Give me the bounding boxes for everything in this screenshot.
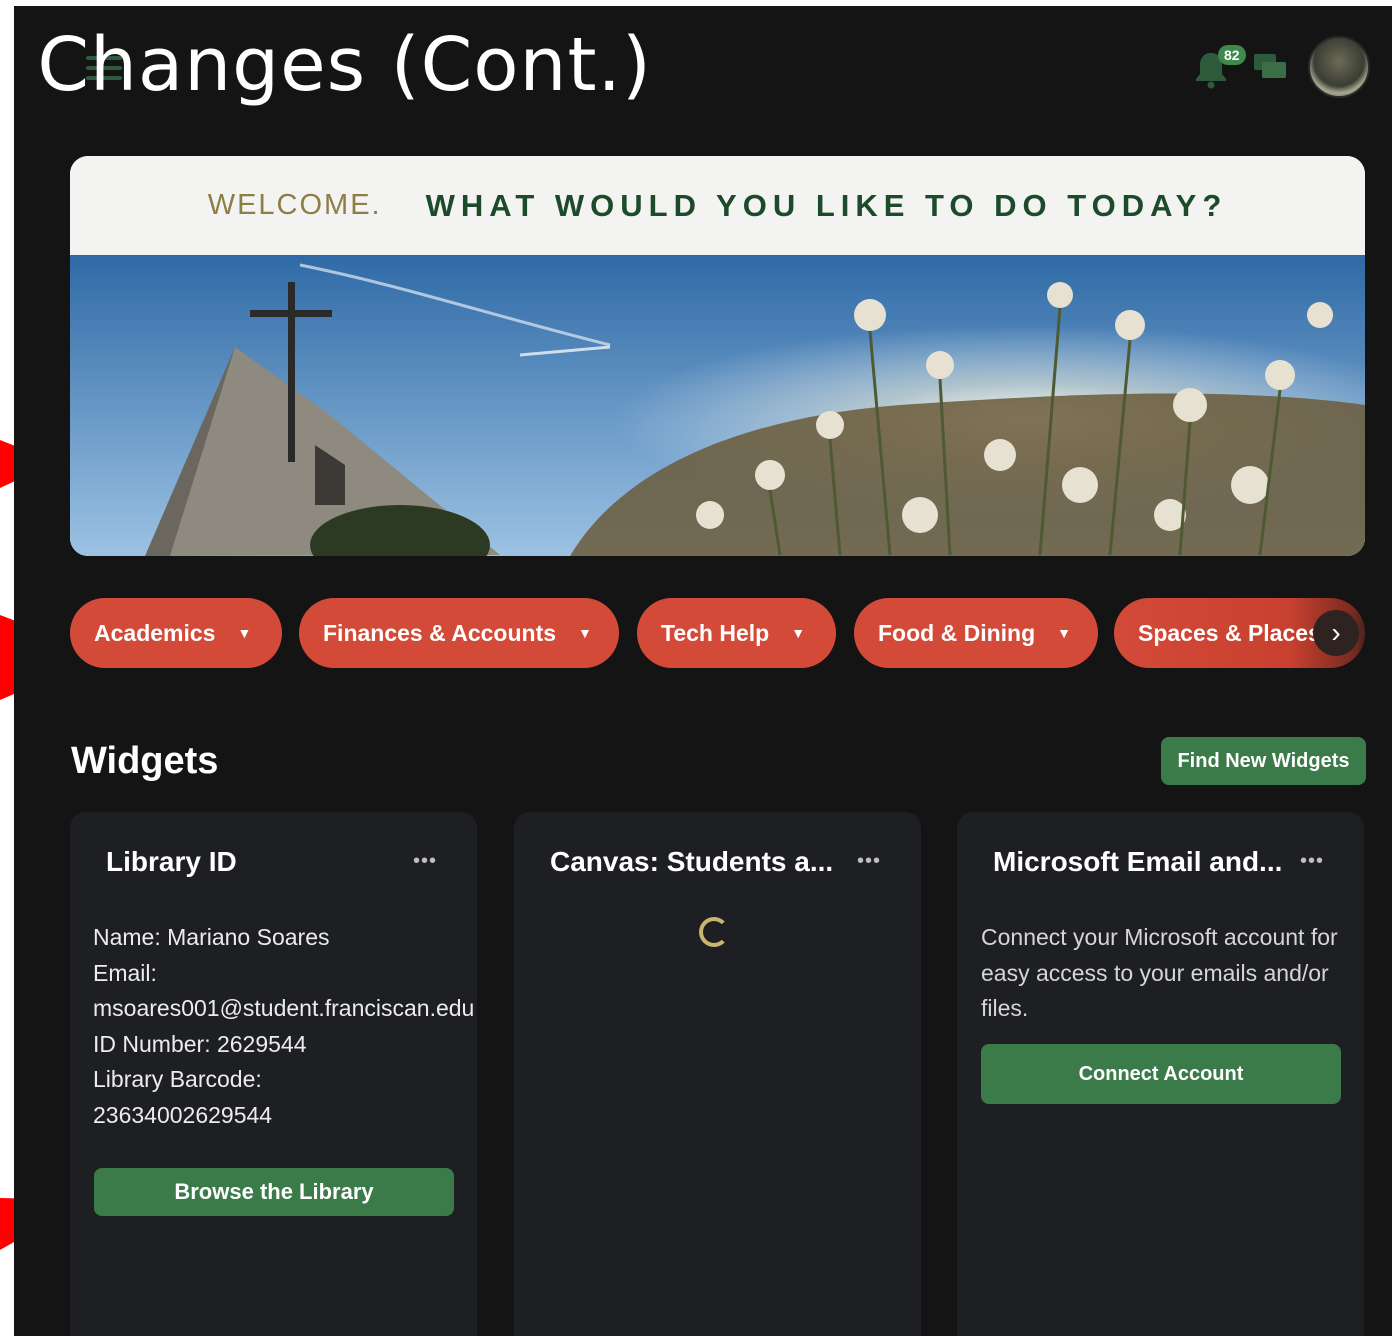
avatar[interactable]	[1308, 36, 1370, 98]
microsoft-email-widget: Microsoft Email and... ••• Connect your …	[957, 812, 1364, 1336]
caret-down-icon: ▼	[791, 625, 806, 641]
welcome-banner: WELCOME. WHAT WOULD YOU LIKE TO DO TODAY…	[70, 156, 1365, 556]
caret-down-icon: ▼	[237, 625, 252, 641]
banner-welcome-text: WELCOME.	[207, 189, 382, 221]
campus-photo	[70, 255, 1365, 556]
caret-down-icon: ▼	[578, 625, 592, 641]
more-options-icon[interactable]: •••	[413, 850, 437, 873]
more-options-icon[interactable]: •••	[857, 850, 881, 873]
chip-food-dining[interactable]: Food & Dining ▼	[854, 598, 1098, 668]
chip-finances[interactable]: Finances & Accounts ▼	[299, 598, 619, 668]
notifications-button[interactable]: 82	[1194, 45, 1246, 89]
widget-title: Library ID	[106, 846, 237, 877]
widgets-heading: Widgets	[71, 740, 219, 782]
chat-icon[interactable]	[1254, 52, 1288, 82]
chip-label: Finances & Accounts	[323, 619, 557, 646]
widget-description: Connect your Microsoft account for easy …	[981, 924, 1338, 1021]
banner-prompt-text: WHAT WOULD YOU LIKE TO DO TODAY?	[425, 187, 1228, 223]
loading-spinner-icon	[699, 917, 729, 947]
header-actions: 82	[1194, 36, 1370, 98]
category-chip-bar: Academics ▼ Finances & Accounts ▼ Tech H…	[70, 598, 1365, 668]
library-barcode-label: Library Barcode:	[93, 1066, 262, 1092]
chip-tech-help[interactable]: Tech Help ▼	[637, 598, 836, 668]
chip-label: Tech Help	[661, 619, 770, 646]
library-barcode: 23634002629544	[93, 1101, 273, 1128]
library-id-widget: Library ID ••• Name: Mariano Soares Emai…	[70, 812, 477, 1336]
slide-title: J Changes (Cont.)	[14, 22, 652, 108]
caret-down-icon: ▼	[1057, 625, 1071, 641]
browse-library-button[interactable]: Browse the Library	[94, 1168, 454, 1216]
connect-account-button[interactable]: Connect Account	[981, 1044, 1341, 1104]
chevron-right-icon[interactable]: ›	[1313, 610, 1359, 656]
widget-title: Microsoft Email and...	[993, 846, 1283, 877]
notification-count-badge: 82	[1218, 45, 1246, 65]
library-email: msoares001@student.franciscan.edu	[93, 995, 475, 1021]
chip-label: Spaces & Places	[1138, 619, 1321, 646]
find-new-widgets-button[interactable]: Find New Widgets	[1161, 737, 1366, 785]
chip-label: Academics	[94, 619, 216, 646]
more-options-icon[interactable]: •••	[1300, 850, 1324, 873]
canvas-widget: Canvas: Students a... •••	[514, 812, 921, 1336]
banner-heading: WELCOME. WHAT WOULD YOU LIKE TO DO TODAY…	[70, 156, 1365, 255]
portal-screen: J Changes (Cont.) 82 WELCOME. WHAT WOULD…	[14, 6, 1392, 1336]
library-name: Name: Mariano Soares	[93, 924, 330, 950]
library-id-number: ID Number: 2629544	[93, 1030, 307, 1057]
widget-title: Canvas: Students a...	[550, 846, 834, 877]
library-email-label: Email:	[93, 959, 157, 986]
chip-label: Food & Dining	[878, 619, 1036, 646]
library-id-details: Name: Mariano Soares Email: msoares001@s…	[93, 920, 477, 1133]
chip-academics[interactable]: Academics ▼	[70, 598, 282, 668]
